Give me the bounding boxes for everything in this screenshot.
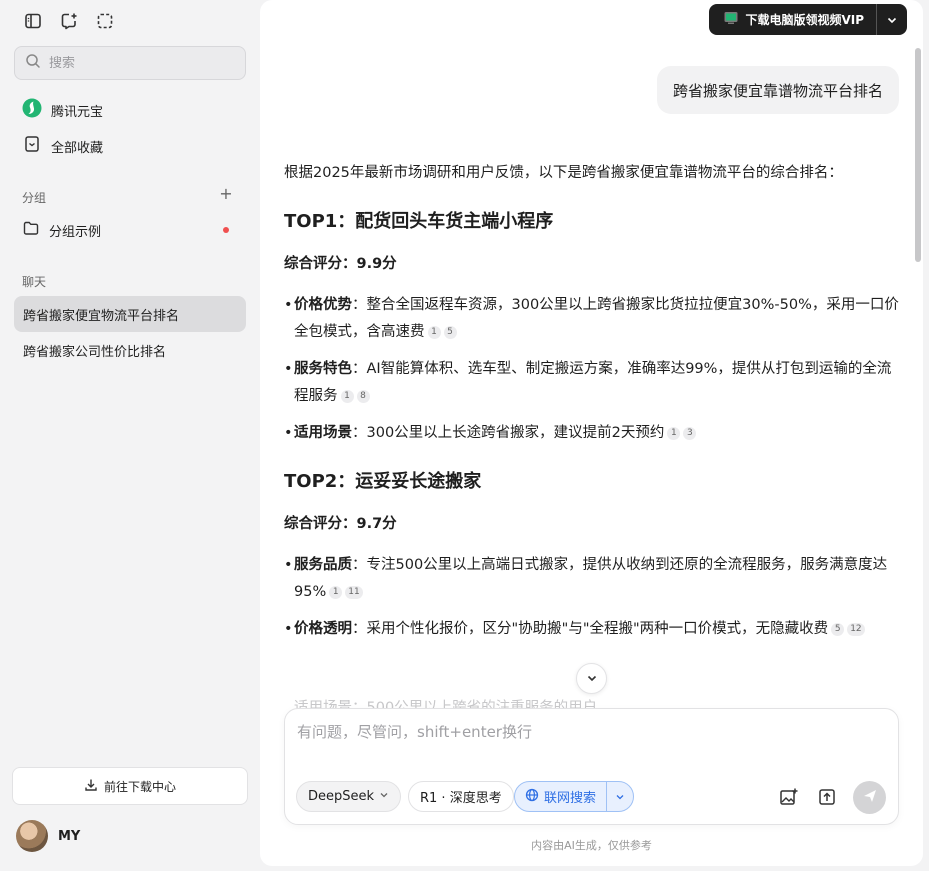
- group-item-label: 分组示例: [49, 224, 102, 240]
- detail-term: 适用场景: [294, 425, 352, 441]
- rank-detail-item: 服务特色：AI智能算体积、选车型、制定搬运方案，准确率达99%，提供从打包到运输…: [284, 356, 899, 410]
- chat-section-label: 聊天: [22, 275, 47, 289]
- answer-intro: 根据2025年最新市场调研和用户反馈，以下是跨省搬家便宜靠谱物流平台的综合排名：: [284, 165, 843, 181]
- detail-term: 服务特色: [294, 361, 352, 377]
- chevron-down-icon: [586, 669, 598, 688]
- new-chat-icon[interactable]: [58, 10, 80, 32]
- rank-detail-item: 价格优势：整合全国返程车资源，300公里以上跨省搬家比货拉拉便宜30%-50%，…: [284, 292, 899, 346]
- scrollbar-thumb[interactable]: [915, 48, 921, 262]
- rank-detail-item: 服务品质：专注500公里以上高端日式搬家，提供从收纳到还原的全流程服务，服务满意…: [284, 552, 899, 606]
- file-upload-icon[interactable]: [815, 785, 839, 809]
- rank-heading-top2: TOP2：运妥妥长途搬家: [284, 471, 482, 492]
- composer: DeepSeek R1 · 深度思考 联网搜索: [284, 708, 899, 825]
- citation-badge[interactable]: 11: [345, 585, 363, 599]
- chevron-down-icon[interactable]: [877, 4, 907, 35]
- user-profile[interactable]: MY: [16, 820, 80, 852]
- search-icon: [25, 53, 41, 73]
- chat-item-active[interactable]: 跨省搬家便宜物流平台排名: [14, 296, 246, 332]
- group-item-example[interactable]: 分组示例: [22, 218, 101, 242]
- web-search-main[interactable]: 联网搜索: [515, 782, 606, 811]
- vip-download-label: 下载电脑版领视频VIP: [745, 13, 864, 27]
- detail-term: 价格优势: [294, 297, 352, 313]
- chat-item[interactable]: 跨省搬家公司性价比排名: [14, 332, 246, 368]
- assistant-answer: 根据2025年最新市场调研和用户反馈，以下是跨省搬家便宜靠谱物流平台的综合排名：…: [284, 160, 899, 653]
- citation-badge[interactable]: 1: [427, 325, 441, 339]
- deep-think-toggle[interactable]: R1 · 深度思考: [408, 781, 514, 812]
- detail-term: 服务品质: [294, 557, 352, 573]
- model-select-label: DeepSeek: [308, 789, 375, 804]
- detail-text: ：专注500公里以上高端日式搬家，提供从收纳到还原的全流程服务，服务满意度达95…: [294, 557, 888, 600]
- citation-badge[interactable]: 8: [356, 389, 370, 403]
- yuanbao-logo-icon: [22, 98, 42, 122]
- message-input[interactable]: [297, 721, 887, 761]
- detail-text: ：AI智能算体积、选车型、制定搬运方案，准确率达99%，提供从打包到运输的全流程…: [294, 361, 892, 404]
- main-panel: 下载电脑版领视频VIP 跨省搬家便宜靠谱物流平台排名 根据2025年最新市场调研…: [260, 0, 923, 866]
- citation-badge[interactable]: 1: [340, 389, 354, 403]
- detail-text: ：采用个性化报价，区分"协助搬"与"全程搬"两种一口价模式，无隐藏收费: [352, 621, 829, 637]
- rank-detail-item: 适用场景：300公里以上长途跨省搬家，建议提前2天预约13: [284, 420, 899, 447]
- deep-think-label: R1 · 深度思考: [420, 791, 502, 806]
- citation-badge[interactable]: 3: [683, 426, 697, 440]
- scroll-to-bottom-button[interactable]: [576, 663, 607, 694]
- rank-heading-top1: TOP1：配货回头车货主端小程序: [284, 211, 554, 232]
- select-area-icon[interactable]: [94, 10, 116, 32]
- add-group-icon[interactable]: +: [218, 186, 234, 202]
- toggle-sidebar-icon[interactable]: [22, 10, 44, 32]
- rank-detail-item: 价格透明：采用个性化报价，区分"协助搬"与"全程搬"两种一口价模式，无隐藏收费5…: [284, 616, 899, 643]
- chat-item-label: 跨省搬家公司性价比排名: [23, 344, 167, 360]
- folder-icon: [22, 219, 40, 241]
- detail-text: ：整合全国返程车资源，300公里以上跨省搬家比货拉拉便宜30%-50%，采用一口…: [294, 297, 899, 340]
- web-search-toggle: 联网搜索: [514, 781, 635, 812]
- sidebar: 腾讯元宝 全部收藏 分组 + 分组示例 聊天 跨省搬家便宜物流平台排名 跨省搬家…: [0, 0, 260, 871]
- search-box[interactable]: [14, 46, 246, 80]
- user-message-bubble: 跨省搬家便宜靠谱物流平台排名: [656, 66, 899, 114]
- rank-score: 综合评分：9.7分: [284, 516, 397, 532]
- nav-item-label: 腾讯元宝: [51, 104, 104, 120]
- citation-badge[interactable]: 5: [443, 325, 457, 339]
- search-input[interactable]: [49, 55, 229, 71]
- download-center-label: 前往下载中心: [103, 779, 176, 794]
- image-upload-icon[interactable]: [777, 785, 801, 809]
- vip-download-main[interactable]: 下载电脑版领视频VIP: [709, 4, 876, 35]
- user-message-text: 跨省搬家便宜靠谱物流平台排名: [672, 81, 883, 100]
- send-icon: [862, 788, 878, 808]
- detail-term: 价格透明: [294, 621, 352, 637]
- sidebar-toolbar: [22, 10, 116, 32]
- bookmark-icon: [22, 134, 42, 158]
- vip-download-button: 下载电脑版领视频VIP: [709, 4, 907, 35]
- nav-item-yuanbao[interactable]: 腾讯元宝: [22, 98, 103, 122]
- chevron-down-icon[interactable]: [607, 782, 633, 811]
- model-select-button[interactable]: DeepSeek: [296, 781, 402, 812]
- nav-item-label: 全部收藏: [51, 140, 104, 156]
- desktop-app-icon: [723, 10, 739, 29]
- rank-score: 综合评分：9.9分: [284, 256, 397, 272]
- group-section-label: 分组: [22, 191, 47, 205]
- citation-badge[interactable]: 1: [667, 426, 681, 440]
- chevron-down-icon: [379, 789, 389, 804]
- unread-dot: [223, 227, 229, 233]
- detail-text: ：300公里以上长途跨省搬家，建议提前2天预约: [352, 425, 665, 441]
- avatar[interactable]: [16, 820, 48, 852]
- rank-detail-list: 价格优势：整合全国返程车资源，300公里以上跨省搬家比货拉拉便宜30%-50%，…: [284, 292, 899, 447]
- web-search-label: 联网搜索: [544, 791, 597, 806]
- globe-icon: [525, 788, 539, 806]
- citation-badge[interactable]: 12: [847, 622, 865, 636]
- chat-item-label: 跨省搬家便宜物流平台排名: [23, 308, 180, 324]
- rank-detail-list: 服务品质：专注500公里以上高端日式搬家，提供从收纳到还原的全流程服务，服务满意…: [284, 552, 899, 643]
- user-name: MY: [58, 828, 81, 844]
- download-icon: [84, 778, 98, 795]
- citation-badge[interactable]: 5: [831, 622, 845, 636]
- citation-badge[interactable]: 1: [329, 585, 343, 599]
- send-button[interactable]: [853, 781, 886, 814]
- download-center-button[interactable]: 前往下载中心: [12, 767, 248, 805]
- ai-disclaimer: 内容由AI生成，仅供参考: [531, 839, 652, 852]
- nav-item-favorites[interactable]: 全部收藏: [22, 134, 103, 158]
